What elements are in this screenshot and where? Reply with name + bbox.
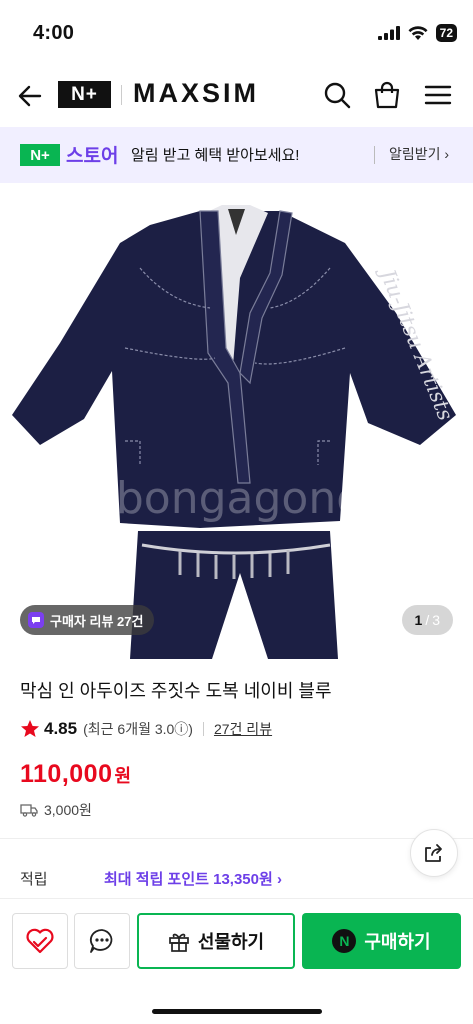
gift-button[interactable]: 선물하기 [137, 913, 295, 969]
buy-button-label: 구매하기 [364, 932, 431, 952]
shipping-fee-value: 3,000원 [44, 802, 92, 818]
share-button[interactable] [410, 829, 458, 877]
status-bar: 4:00 72 [0, 0, 473, 66]
reviews-link[interactable]: 27건 리뷰 [214, 719, 272, 739]
rating-detail[interactable]: (최근 6개월 3.0ⓘ) [83, 719, 193, 739]
heart-icon [26, 928, 54, 954]
buyer-review-pill[interactable]: 구매자 리뷰 27건 [20, 605, 155, 635]
home-indicator [152, 1009, 322, 1014]
battery-indicator: 72 [435, 24, 457, 42]
rating-row: 4.85 (최근 6개월 3.0ⓘ) 27건 리뷰 [20, 719, 272, 739]
gift-button-label: 선물하기 [197, 932, 265, 952]
subscribe-alert-link[interactable]: 알림받기 › [389, 144, 449, 164]
svg-text:bongagond: bongagond [116, 473, 364, 524]
notice-divider [374, 146, 375, 164]
signal-icon [377, 26, 400, 40]
notice-message: 알림 받고 혜택 받아보세요! [131, 147, 300, 164]
product-image[interactable]: Jiu-Jitsu Artists bongagond [0, 183, 473, 659]
menu-icon[interactable] [423, 80, 453, 110]
star-icon [21, 720, 39, 737]
product-title: 막심 인 아두이즈 주짓수 도복 네이비 블루 [20, 681, 332, 701]
rating-score: 4.85 [44, 719, 78, 738]
image-page-counter: 1 / 3 [401, 605, 453, 635]
chat-icon [89, 929, 113, 953]
notification-banner[interactable]: N+ 스토어 알림 받고 혜택 받아보세요! 알림받기 › [0, 127, 473, 183]
price-amount: 110,000 [20, 760, 113, 788]
naver-plus-logo[interactable]: N+ [58, 81, 111, 108]
shipping-fee: 3,000원 [20, 800, 92, 820]
store-label: 스토어 [66, 146, 119, 167]
price: 110,000 원 [20, 760, 132, 789]
brand-logo[interactable]: MAXSIM [133, 78, 259, 109]
logo-divider [121, 85, 122, 105]
review-icon [28, 612, 44, 628]
wishlist-button[interactable] [12, 913, 68, 969]
section-divider [0, 838, 473, 839]
jiu-jitsu-gi-image: Jiu-Jitsu Artists bongagond [12, 205, 458, 659]
wifi-icon [408, 25, 428, 40]
buy-button[interactable]: N 구매하기 [302, 913, 461, 969]
max-points-link[interactable]: 최대 적립 포인트 13,350원 › [104, 868, 282, 889]
price-unit: 원 [114, 766, 132, 786]
share-icon [425, 844, 442, 862]
truck-icon [20, 804, 38, 817]
gift-icon [169, 933, 189, 952]
current-page: 1 [414, 612, 423, 628]
rating-divider [202, 722, 204, 736]
top-header: N+ MAXSIM [0, 66, 473, 126]
back-arrow-icon[interactable] [16, 82, 44, 110]
review-pill-label: 구매자 리뷰 27건 [50, 613, 144, 629]
status-time: 4:00 [33, 22, 75, 44]
total-pages: 3 [432, 612, 440, 628]
bottom-action-bar: 선물하기 N 구매하기 [0, 898, 473, 1024]
naver-pay-icon: N [332, 929, 357, 953]
shopping-bag-icon[interactable] [372, 80, 402, 110]
points-label: 적립 [20, 871, 48, 888]
page-separator: / [425, 612, 430, 628]
status-icons: 72 [377, 24, 457, 42]
chat-button[interactable] [74, 913, 130, 969]
search-icon[interactable] [322, 80, 352, 110]
naver-plus-badge: N+ [20, 144, 60, 166]
